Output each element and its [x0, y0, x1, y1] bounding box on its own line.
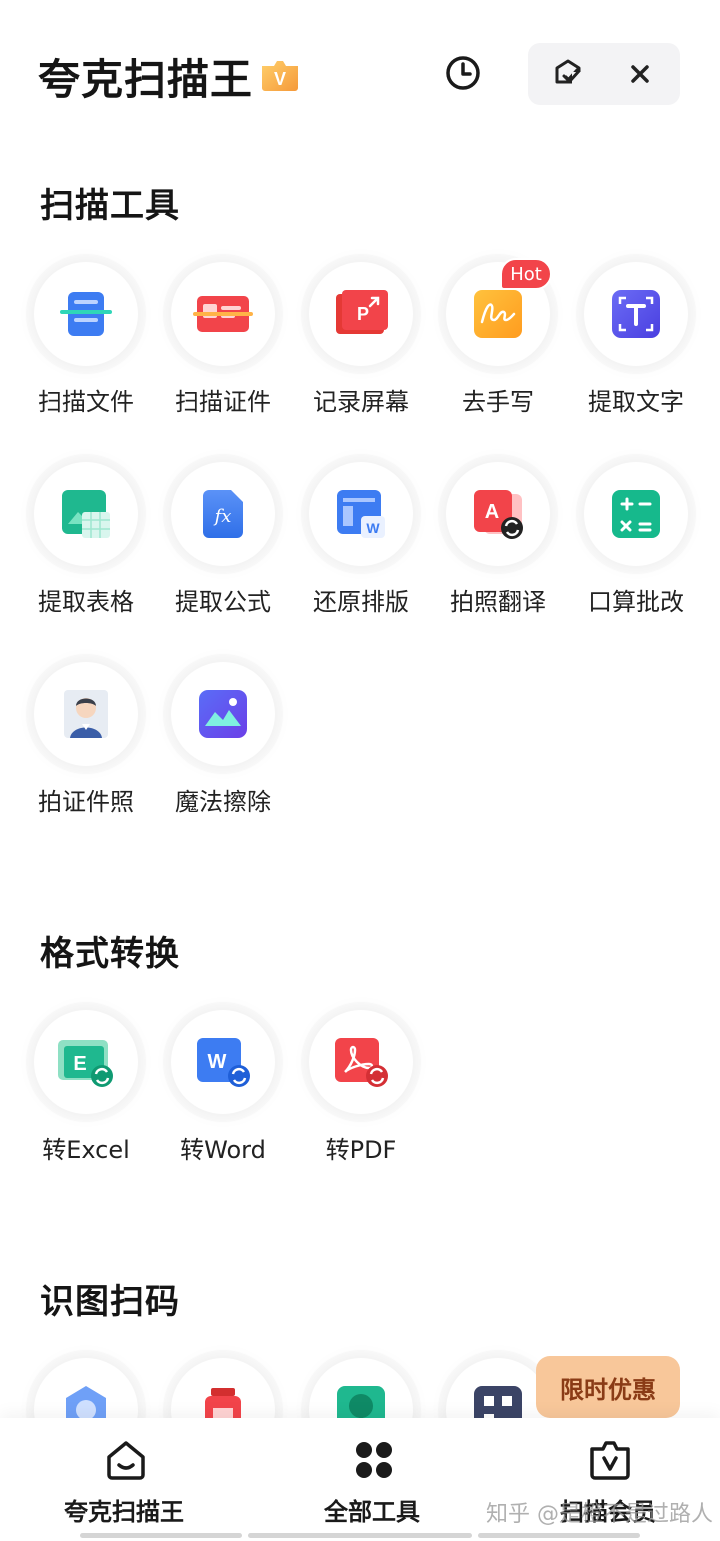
tool-to-word[interactable]: W 转Word [153, 1010, 291, 1180]
tool-math-check[interactable]: 口算批改 [566, 462, 704, 632]
header: 夸克扫描王 V [0, 0, 720, 150]
limited-offer-bubble[interactable]: 限时优惠 [536, 1356, 680, 1418]
gesture-bar-segment [248, 1533, 472, 1538]
tool-restore-layout[interactable]: W 还原排版 [291, 462, 429, 632]
svg-text:W: W [208, 1051, 227, 1073]
magic-erase-icon [171, 662, 275, 766]
watermark-text: 知乎 @是橙不是过路人 [486, 1502, 713, 1527]
tool-scan-file[interactable]: 扫描文件 [16, 262, 154, 432]
svg-text:P: P [357, 304, 369, 324]
app-title: 夸克扫描王 [38, 55, 254, 104]
tool-label: 去手写 [462, 388, 534, 416]
tool-extract-table[interactable]: 提取表格 [16, 462, 154, 632]
home-icon [102, 1436, 150, 1484]
tool-extract-formula[interactable]: fx 提取公式 [153, 462, 291, 632]
close-icon[interactable] [610, 51, 670, 97]
vip-badge-icon[interactable]: V [258, 58, 302, 92]
mini-program-capsule [528, 43, 680, 105]
photo-translate-icon: A [446, 462, 550, 566]
tool-magic-erase[interactable]: 魔法擦除 [153, 662, 291, 832]
all-tools-icon [350, 1436, 398, 1484]
svg-text:V: V [274, 69, 286, 89]
tool-label: 记录屏幕 [313, 388, 409, 416]
tool-label: 拍证件照 [38, 788, 134, 816]
tool-label: 扫描证件 [175, 388, 271, 416]
gesture-bar-segment [80, 1533, 242, 1538]
tool-record-screen[interactable]: P 记录屏幕 [291, 262, 429, 432]
tool-scan-id[interactable]: 扫描证件 [153, 262, 291, 432]
restore-layout-icon: W [309, 462, 413, 566]
nav-item-all-tools[interactable]: 全部工具 [272, 1418, 472, 1541]
scan-id-icon [171, 262, 275, 366]
tool-photo-translate[interactable]: A 拍照翻译 [428, 462, 566, 632]
svg-text:W: W [366, 520, 380, 536]
tool-id-photo[interactable]: 拍证件照 [16, 662, 154, 832]
math-check-icon [584, 462, 688, 566]
tool-extract-text[interactable]: 提取文字 [566, 262, 704, 432]
section-title-scan-tools: 扫描工具 [40, 186, 180, 226]
to-word-icon: W [171, 1010, 275, 1114]
tool-label: 转Excel [42, 1136, 130, 1164]
favorite-check-icon[interactable] [538, 51, 598, 97]
tool-label: 转PDF [325, 1136, 397, 1164]
scan-file-icon [34, 262, 138, 366]
tool-label: 魔法擦除 [175, 788, 271, 816]
hot-badge: Hot [500, 258, 552, 290]
nav-label: 全部工具 [324, 1498, 420, 1526]
tool-label: 口算批改 [588, 588, 684, 616]
to-excel-icon: E [34, 1010, 138, 1114]
history-clock-icon[interactable] [440, 50, 486, 96]
gesture-bar-segment [478, 1533, 640, 1538]
svg-text:A: A [485, 501, 499, 523]
svg-text:fx: fx [213, 506, 232, 527]
extract-formula-icon: fx [171, 462, 275, 566]
record-screen-icon: P [309, 262, 413, 366]
svg-text:E: E [73, 1053, 86, 1075]
extract-text-icon [584, 262, 688, 366]
nav-item-home[interactable]: 夸克扫描王 [24, 1418, 224, 1541]
tool-label: 扫描文件 [38, 388, 134, 416]
vip-bag-icon [586, 1436, 634, 1484]
id-photo-icon [34, 662, 138, 766]
tool-remove-handwriting[interactable]: Hot 去手写 [428, 258, 566, 432]
tool-label: 转Word [180, 1136, 266, 1164]
tool-label: 提取文字 [588, 388, 684, 416]
extract-table-icon [34, 462, 138, 566]
tool-label: 还原排版 [313, 588, 409, 616]
nav-label: 夸克扫描王 [64, 1498, 184, 1526]
section-title-format-convert: 格式转换 [40, 934, 180, 974]
tool-label: 提取公式 [175, 588, 271, 616]
tool-label: 拍照翻译 [450, 588, 546, 616]
tool-label: 提取表格 [38, 588, 134, 616]
tool-to-excel[interactable]: E 转Excel [16, 1010, 154, 1180]
tool-to-pdf[interactable]: 转PDF [291, 1010, 429, 1180]
section-title-recognize-scan: 识图扫码 [40, 1282, 180, 1322]
to-pdf-icon [309, 1010, 413, 1114]
